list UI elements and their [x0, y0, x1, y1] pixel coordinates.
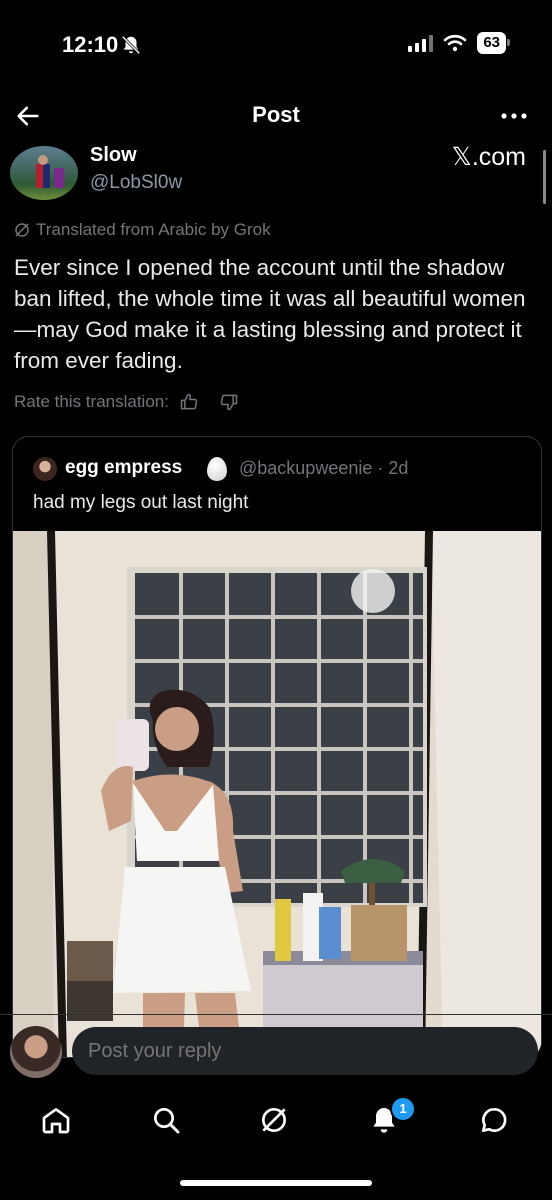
source-label: 𝕏.com	[451, 143, 526, 171]
translation-notice: Translated from Arabic by Grok	[14, 220, 271, 240]
nav-grok[interactable]	[254, 1100, 294, 1140]
thumbs-up-icon[interactable]	[179, 392, 199, 412]
thumbs-down-icon[interactable]	[219, 392, 239, 412]
quoted-author-avatar[interactable]	[33, 457, 57, 481]
chat-bubble-icon	[482, 1107, 507, 1132]
battery-icon: 63	[477, 32, 510, 54]
signal-icon	[408, 34, 434, 52]
rate-translation-label: Rate this translation:	[14, 392, 169, 411]
post-text: Ever since I opened the account until th…	[14, 255, 526, 373]
more-options-icon[interactable]	[498, 104, 530, 128]
quoted-author-handle[interactable]: @backupweenie · 2d	[239, 458, 408, 479]
wifi-icon	[444, 34, 467, 52]
home-icon	[42, 1108, 70, 1134]
quoted-post-text: had my legs out last night	[33, 492, 249, 513]
nav-search[interactable]	[146, 1100, 186, 1140]
notification-badge: 1	[390, 1096, 416, 1122]
nav-messages[interactable]	[474, 1100, 514, 1140]
quoted-post[interactable]: egg empress @backupweenie · 2d had my le…	[12, 436, 542, 1058]
nav-home[interactable]	[36, 1100, 76, 1140]
quoted-author-name[interactable]: egg empress	[65, 457, 182, 479]
reply-input[interactable]	[72, 1027, 538, 1075]
translated-label: Translated from Arabic by Grok	[36, 220, 271, 239]
quoted-post-photo[interactable]	[13, 531, 541, 1057]
author-name[interactable]: Slow	[90, 144, 137, 167]
scrollbar[interactable]	[543, 150, 546, 204]
grok-icon	[262, 1108, 286, 1132]
user-avatar[interactable]	[10, 1026, 62, 1078]
bell-muted-icon	[121, 35, 141, 55]
egg-icon	[207, 457, 227, 481]
grok-icon	[15, 223, 29, 237]
status-indicators: 63	[408, 32, 510, 54]
author-avatar[interactable]	[10, 146, 78, 200]
divider	[0, 1014, 552, 1015]
home-indicator[interactable]	[180, 1180, 372, 1186]
status-time: 12:10	[62, 32, 119, 57]
rate-translation-row: Rate this translation:	[14, 392, 239, 412]
search-icon	[154, 1108, 180, 1134]
page-title: Post	[252, 102, 300, 127]
author-handle[interactable]: @LobSl0w	[90, 172, 182, 194]
